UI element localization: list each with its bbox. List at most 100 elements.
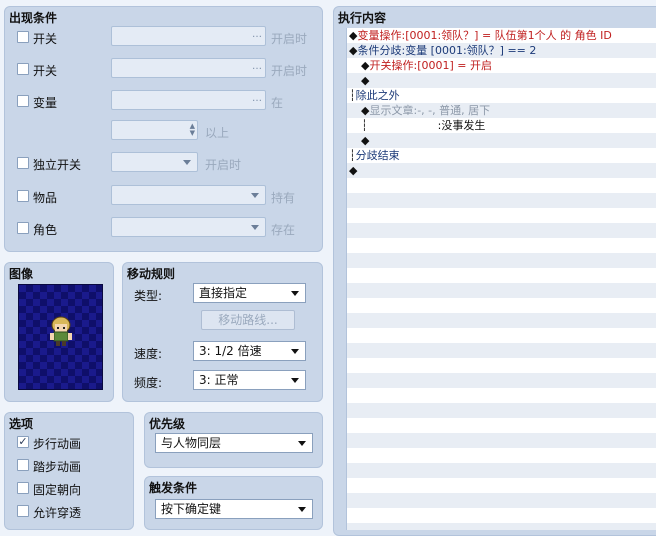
actor-select[interactable]: [111, 217, 266, 237]
empty-line[interactable]: [347, 358, 656, 373]
move-freq-value: 3: 正常: [199, 373, 239, 387]
move-route-panel: 移动规则 类型: 直接指定 移动路线... 速度: 3: 1/2 倍速 频度: …: [122, 262, 323, 402]
command-text: -, -, 普通, 居下: [417, 104, 491, 117]
command-name: 开关操作: [369, 59, 414, 72]
empty-line[interactable]: [347, 208, 656, 223]
empty-line[interactable]: [347, 373, 656, 388]
empty-line[interactable]: [347, 433, 656, 448]
empty-line[interactable]: [347, 448, 656, 463]
option-step-anime[interactable]: 踏步动画: [5, 454, 133, 476]
empty-line[interactable]: [347, 223, 656, 238]
move-freq-label: 频度:: [134, 376, 163, 390]
move-route-title: 移动规则: [127, 267, 176, 281]
chevron-down-icon: [251, 225, 259, 230]
move-speed-value: 3: 1/2 倍速: [199, 344, 262, 358]
switch2-field[interactable]: …: [111, 58, 266, 78]
walk-anime-checkbox[interactable]: ✓: [17, 436, 29, 448]
move-freq-select[interactable]: 3: 正常: [193, 370, 306, 390]
empty-line[interactable]: [347, 403, 656, 418]
switch1-row: 开关 … 开启时: [5, 26, 322, 48]
option-through[interactable]: 允许穿透: [5, 500, 133, 522]
empty-line[interactable]: [347, 193, 656, 208]
command-marker-icon: ◆: [349, 164, 358, 177]
chevron-down-icon: [291, 291, 299, 296]
command-rows: ◆变量操作:[0001:领队？] = 队伍第1个人 的 角色 ID ◆条件分歧:变…: [347, 28, 656, 530]
trigger-value: 按下确定键: [161, 502, 222, 516]
command-line[interactable]: ┆除此之外: [347, 88, 656, 103]
variable-checkbox[interactable]: [17, 95, 29, 107]
chevron-down-icon: [298, 441, 306, 446]
priority-select[interactable]: 与人物同层: [155, 433, 313, 453]
self-switch-label: 独立开关: [33, 158, 82, 172]
empty-line[interactable]: [347, 508, 656, 523]
switch2-hint: 开启时: [271, 64, 308, 78]
switch1-checkbox[interactable]: [17, 31, 29, 43]
self-switch-select[interactable]: [111, 152, 198, 172]
options-title: 选项: [9, 417, 34, 431]
item-label: 物品: [33, 191, 58, 205]
empty-line[interactable]: [347, 418, 656, 433]
command-name: 除此之外: [355, 89, 400, 102]
item-select[interactable]: [111, 185, 266, 205]
spin-arrows-icon[interactable]: ▲ ▼: [190, 123, 195, 137]
command-marker-icon: ┆: [349, 89, 356, 102]
command-line[interactable]: ◆开关操作:[0001] = 开启: [347, 58, 656, 73]
command-line[interactable]: ┆:没事发生: [347, 118, 656, 133]
variable-min-spinbox[interactable]: ▲ ▼: [111, 120, 198, 140]
empty-line[interactable]: [347, 493, 656, 508]
variable-field[interactable]: …: [111, 90, 266, 110]
empty-line[interactable]: [347, 328, 656, 343]
self-switch-checkbox[interactable]: [17, 157, 29, 169]
command-text: [0001:领队？] = 队伍第1个人 的 角色 ID: [405, 29, 612, 42]
priority-value: 与人物同层: [161, 436, 222, 450]
ellipsis-icon: …: [252, 29, 262, 40]
option-walk-anime[interactable]: ✓ 步行动画: [5, 431, 133, 453]
self-switch-hint: 开启时: [205, 158, 242, 172]
switch1-field[interactable]: …: [111, 26, 266, 46]
command-line[interactable]: ◆: [347, 73, 656, 88]
move-type-select[interactable]: 直接指定: [193, 283, 306, 303]
priority-title: 优先级: [149, 417, 186, 431]
empty-line[interactable]: [347, 253, 656, 268]
step-anime-label: 踏步动画: [33, 460, 82, 474]
chevron-down-icon: [291, 378, 299, 383]
step-anime-checkbox[interactable]: [17, 459, 29, 471]
switch2-checkbox[interactable]: [17, 63, 29, 75]
trigger-select[interactable]: 按下确定键: [155, 499, 313, 519]
empty-line[interactable]: [347, 463, 656, 478]
command-line[interactable]: ◆条件分歧:变量 [0001:领队？] == 2: [347, 43, 656, 58]
command-line[interactable]: ┆分歧结束: [347, 148, 656, 163]
actor-checkbox[interactable]: [17, 222, 29, 234]
command-line[interactable]: ◆: [347, 133, 656, 148]
empty-line[interactable]: [347, 178, 656, 193]
empty-line[interactable]: [347, 343, 656, 358]
move-route-button[interactable]: 移动路线...: [201, 310, 295, 330]
empty-line[interactable]: [347, 313, 656, 328]
switch2-label: 开关: [33, 64, 58, 78]
empty-line[interactable]: [347, 523, 656, 530]
empty-line[interactable]: [347, 238, 656, 253]
contents-title: 执行内容: [338, 11, 387, 25]
through-label: 允许穿透: [33, 506, 82, 520]
empty-line[interactable]: [347, 478, 656, 493]
event-command-list[interactable]: ◆变量操作:[0001:领队？] = 队伍第1个人 的 角色 ID ◆条件分歧:变…: [346, 28, 656, 530]
command-line[interactable]: ◆显示文章:-, -, 普通, 居下: [347, 103, 656, 118]
move-speed-select[interactable]: 3: 1/2 倍速: [193, 341, 306, 361]
empty-line[interactable]: [347, 283, 656, 298]
empty-line[interactable]: [347, 268, 656, 283]
empty-line[interactable]: [347, 388, 656, 403]
command-text: 没事发生: [441, 119, 486, 132]
empty-line[interactable]: [347, 298, 656, 313]
command-line[interactable]: ◆: [347, 163, 656, 178]
switch1-hint: 开启时: [271, 32, 308, 46]
command-name: 显示文章: [369, 104, 414, 117]
chevron-down-icon: [291, 349, 299, 354]
through-checkbox[interactable]: [17, 505, 29, 517]
command-name: 条件分歧: [357, 44, 402, 57]
direction-fix-checkbox[interactable]: [17, 482, 29, 494]
item-checkbox[interactable]: [17, 190, 29, 202]
switch1-label: 开关: [33, 32, 58, 46]
option-direction-fix[interactable]: 固定朝向: [5, 477, 133, 499]
command-line[interactable]: ◆变量操作:[0001:领队？] = 队伍第1个人 的 角色 ID: [347, 28, 656, 43]
character-graphic[interactable]: [18, 284, 103, 390]
